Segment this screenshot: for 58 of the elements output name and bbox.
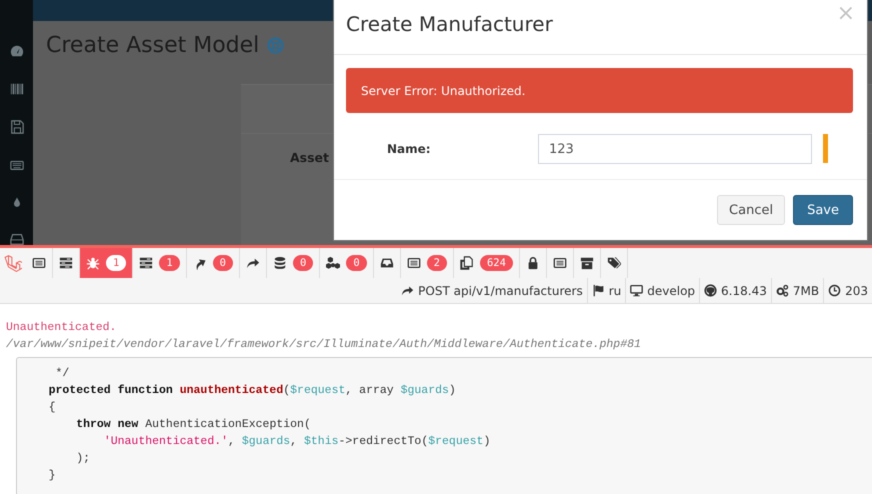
gauge-icon	[10, 44, 24, 58]
status-text: develop	[647, 284, 696, 298]
list-icon	[406, 256, 421, 270]
save-button[interactable]: Save	[793, 195, 853, 225]
code-line: }	[48, 468, 56, 484]
inbox-icon	[380, 256, 394, 270]
status-text: 7MB	[792, 284, 820, 298]
code-line: );	[75, 451, 92, 467]
cogs-icon	[776, 284, 789, 297]
status-text: ru	[608, 284, 622, 298]
copy-icon	[460, 256, 474, 270]
bug-icon	[86, 256, 100, 270]
bars-icon	[59, 256, 73, 270]
count-badge: 0	[292, 255, 314, 271]
cubes-logo-icon	[4, 254, 22, 272]
status-text: 203	[845, 284, 868, 298]
floppy-icon	[10, 120, 24, 134]
page-title: Create Asset Model	[46, 33, 260, 58]
close-button[interactable]: ×	[836, 0, 855, 26]
modal-title: Create Manufacturer	[346, 12, 553, 36]
code-line: */	[54, 366, 70, 382]
field-label: Name:	[386, 142, 432, 156]
tags-icon	[606, 256, 621, 270]
clock-icon	[828, 284, 842, 297]
code-line: {	[48, 400, 56, 416]
keyboard-icon	[10, 158, 24, 172]
status-text: POST api/v1/manufacturers	[418, 284, 583, 298]
bars-icon	[139, 256, 154, 270]
count-badge: 1	[106, 255, 126, 271]
code-line: throw new AuthenticationException(	[75, 417, 312, 433]
field-label: Asset	[290, 150, 330, 165]
count-badge: 1	[159, 255, 180, 271]
count-badge: 0	[346, 255, 367, 271]
code-line: protected function unauthenticated($request, array $guards)	[48, 383, 457, 399]
name-input[interactable]: 123	[538, 134, 812, 164]
list-icon	[32, 256, 46, 270]
count-badge: 624	[480, 255, 513, 271]
file-path: /var/www/snipeit/vendor/laravel/framework/src/Illuminate/Auth/Middleware/Authenticate.php#81	[6, 337, 642, 353]
list-icon	[552, 256, 567, 270]
lock-icon	[526, 256, 540, 270]
monitor-icon	[630, 284, 644, 297]
drive-icon	[10, 232, 24, 245]
barcode-icon	[10, 82, 24, 96]
cancel-button[interactable]: Cancel	[717, 195, 786, 225]
share-arrow-icon	[246, 256, 260, 270]
exception-message: Unauthenticated.	[6, 320, 118, 336]
flag-icon	[592, 284, 605, 297]
debugbar-tab[interactable]: 1	[80, 248, 134, 278]
required-indicator	[823, 134, 828, 164]
status-text: 6.18.43	[721, 284, 767, 298]
share-arrow-icon	[401, 284, 414, 297]
database-icon	[272, 256, 287, 270]
archive-icon	[580, 256, 594, 270]
count-badge: 2	[426, 255, 447, 271]
error-alert: Server Error: Unauthorized.	[346, 68, 853, 114]
code-line: 'Unauthenticated.', $guards, $this->redirectTo($request)	[102, 434, 492, 450]
count-badge: 0	[212, 255, 233, 271]
cubes-icon	[326, 256, 340, 270]
